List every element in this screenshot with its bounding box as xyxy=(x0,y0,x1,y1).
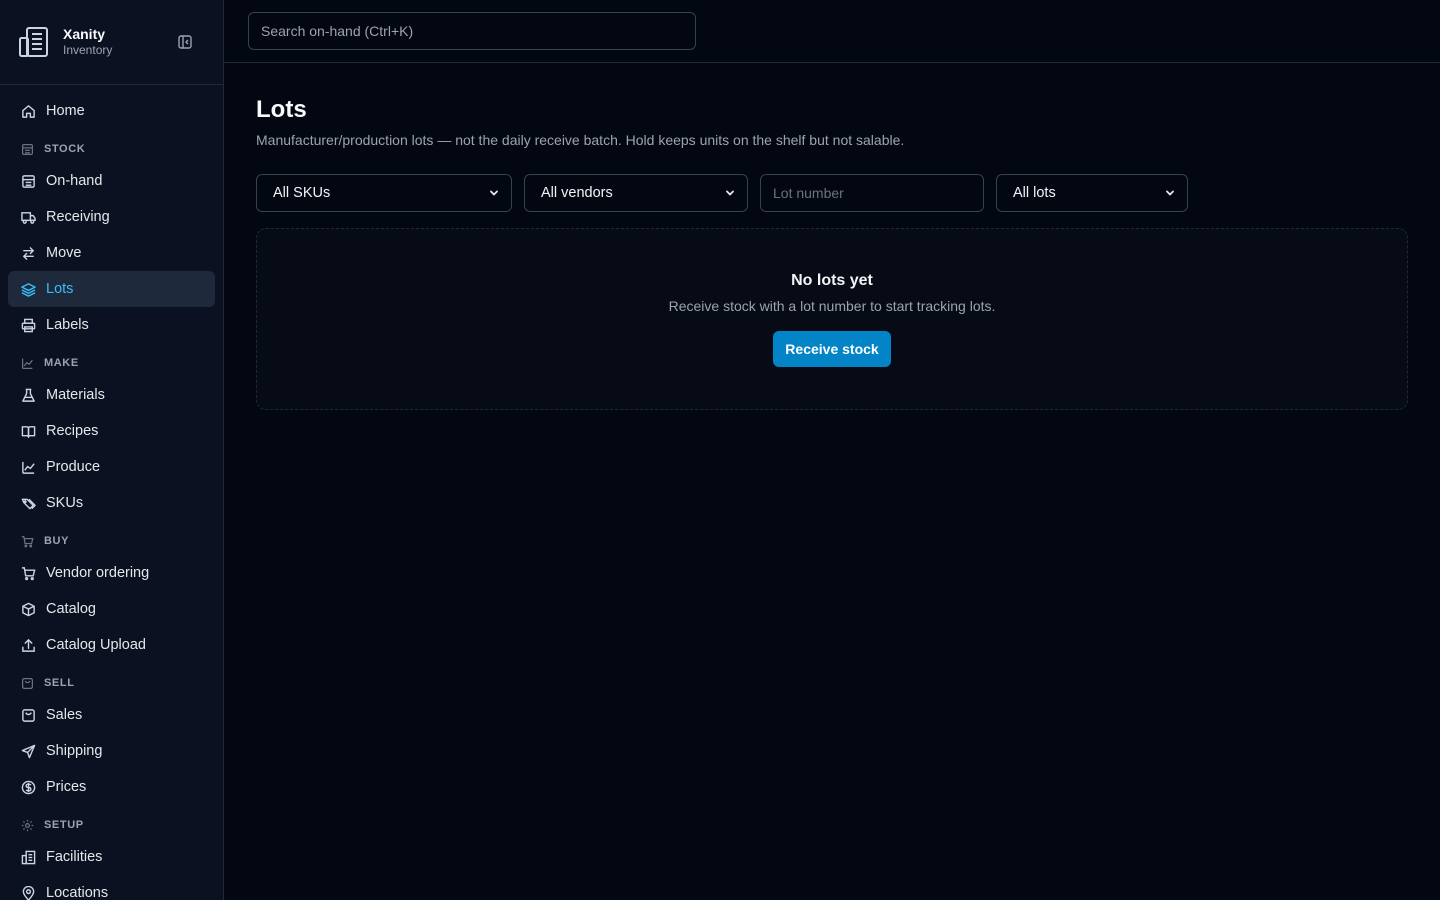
brand-name: Xanity xyxy=(63,26,106,42)
sidebar-item-home[interactable]: Home xyxy=(8,93,215,129)
search-input[interactable] xyxy=(248,12,696,50)
cart-icon xyxy=(20,534,34,548)
main: Lots Manufacturer/production lots — not … xyxy=(224,0,1440,900)
sidebar-item-label: On-hand xyxy=(46,173,103,189)
send-icon xyxy=(20,743,36,759)
sidebar: Xanity Inventory Home STOCK On-hand Rece… xyxy=(0,0,224,900)
factory-icon xyxy=(20,459,36,475)
app: Xanity Inventory Home STOCK On-hand Rece… xyxy=(0,0,1440,900)
sidebar-item-prices[interactable]: Prices xyxy=(8,769,215,805)
empty-state-title: No lots yet xyxy=(791,271,873,289)
sidebar-item-label: Materials xyxy=(46,387,105,403)
warehouse-icon xyxy=(20,173,36,189)
lot-number-input[interactable] xyxy=(760,174,984,212)
sidebar-item-label: SKUs xyxy=(46,495,84,511)
sku-select-value: All SKUs xyxy=(273,185,331,201)
sidebar-item-skus[interactable]: SKUs xyxy=(8,485,215,521)
sidebar-nav: Home STOCK On-hand Receiving Move Lots L… xyxy=(0,85,223,900)
dollar-icon xyxy=(20,779,36,795)
sidebar-item-receiving[interactable]: Receiving xyxy=(8,199,215,235)
sidebar-item-catalog-upload[interactable]: Catalog Upload xyxy=(8,627,215,663)
chevron-down-icon xyxy=(489,188,499,198)
page-title: Lots xyxy=(256,96,307,123)
sidebar-collapse-icon[interactable] xyxy=(176,33,194,51)
pin-icon xyxy=(20,885,36,900)
sidebar-item-label: Home xyxy=(46,103,85,119)
layers-icon xyxy=(20,281,36,297)
sidebar-item-label: Facilities xyxy=(46,849,103,865)
sidebar-item-recipes[interactable]: Recipes xyxy=(8,413,215,449)
book-icon xyxy=(20,423,36,439)
sidebar-item-shipping[interactable]: Shipping xyxy=(8,733,215,769)
sidebar-item-lots[interactable]: Lots xyxy=(8,271,215,307)
section-label: MAKE xyxy=(44,357,79,369)
sidebar-item-label: Recipes xyxy=(46,423,99,439)
building-icon xyxy=(20,849,36,865)
chevron-down-icon xyxy=(1165,188,1175,198)
upload-icon xyxy=(20,637,36,653)
truck-icon xyxy=(20,209,36,225)
brand-subtitle: Inventory xyxy=(63,43,113,57)
filters-bar: All SKUs All vendors All lots xyxy=(256,174,1408,212)
sidebar-item-label: Labels xyxy=(46,317,89,333)
warehouse-icon xyxy=(20,142,34,156)
section-stock: STOCK xyxy=(8,129,215,163)
lots-status-select[interactable]: All lots xyxy=(996,174,1188,212)
flask-icon xyxy=(20,387,36,403)
building-logo-icon xyxy=(16,24,52,60)
sidebar-item-label: Catalog xyxy=(46,601,96,617)
arrows-icon xyxy=(20,245,36,261)
section-label: STOCK xyxy=(44,143,86,155)
sidebar-item-move[interactable]: Move xyxy=(8,235,215,271)
package-icon xyxy=(20,601,36,617)
sidebar-item-labels[interactable]: Labels xyxy=(8,307,215,343)
home-icon xyxy=(20,103,36,119)
sidebar-item-materials[interactable]: Materials xyxy=(8,377,215,413)
printer-icon xyxy=(20,317,36,333)
bag-icon xyxy=(20,707,36,723)
section-label: SETUP xyxy=(44,819,84,831)
sidebar-item-produce[interactable]: Produce xyxy=(8,449,215,485)
sidebar-item-label: Receiving xyxy=(46,209,110,225)
sidebar-item-label: Locations xyxy=(46,885,109,900)
tags-icon xyxy=(20,495,36,511)
page-description: Manufacturer/production lots — not the d… xyxy=(256,132,905,148)
section-make: MAKE xyxy=(8,343,215,377)
section-label: SELL xyxy=(44,677,75,689)
cart-icon xyxy=(20,565,36,581)
factory-icon xyxy=(20,356,34,370)
chevron-down-icon xyxy=(725,188,735,198)
topbar xyxy=(224,0,1440,63)
sidebar-item-label: Prices xyxy=(46,779,87,795)
lots-select-value: All lots xyxy=(1013,185,1056,201)
empty-state: No lots yet Receive stock with a lot num… xyxy=(256,228,1408,410)
sidebar-item-label: Sales xyxy=(46,707,83,723)
sidebar-item-locations[interactable]: Locations xyxy=(8,875,215,900)
content: Lots Manufacturer/production lots — not … xyxy=(224,63,1440,410)
section-buy: BUY xyxy=(8,521,215,555)
section-label: BUY xyxy=(44,535,70,547)
sidebar-item-label: Shipping xyxy=(46,743,103,759)
sidebar-item-facilities[interactable]: Facilities xyxy=(8,839,215,875)
sidebar-item-catalog[interactable]: Catalog xyxy=(8,591,215,627)
vendor-select-value: All vendors xyxy=(541,185,613,201)
sidebar-item-vendor-ordering[interactable]: Vendor ordering xyxy=(8,555,215,591)
sidebar-item-label: Move xyxy=(46,245,82,261)
sidebar-item-label: Vendor ordering xyxy=(46,565,150,581)
section-sell: SELL xyxy=(8,663,215,697)
sidebar-item-label: Produce xyxy=(46,459,101,475)
sidebar-item-label: Catalog Upload xyxy=(46,637,146,653)
empty-state-description: Receive stock with a lot number to start… xyxy=(668,297,996,314)
receive-stock-button[interactable]: Receive stock xyxy=(773,330,891,367)
section-setup: SETUP xyxy=(8,805,215,839)
sku-select[interactable]: All SKUs xyxy=(256,174,512,212)
gear-icon xyxy=(20,818,34,832)
brand: Xanity Inventory xyxy=(0,0,223,85)
bag-icon xyxy=(20,676,34,690)
sidebar-item-on-hand[interactable]: On-hand xyxy=(8,163,215,199)
sidebar-item-label: Lots xyxy=(46,281,74,297)
sidebar-item-sales[interactable]: Sales xyxy=(8,697,215,733)
vendor-select[interactable]: All vendors xyxy=(524,174,748,212)
